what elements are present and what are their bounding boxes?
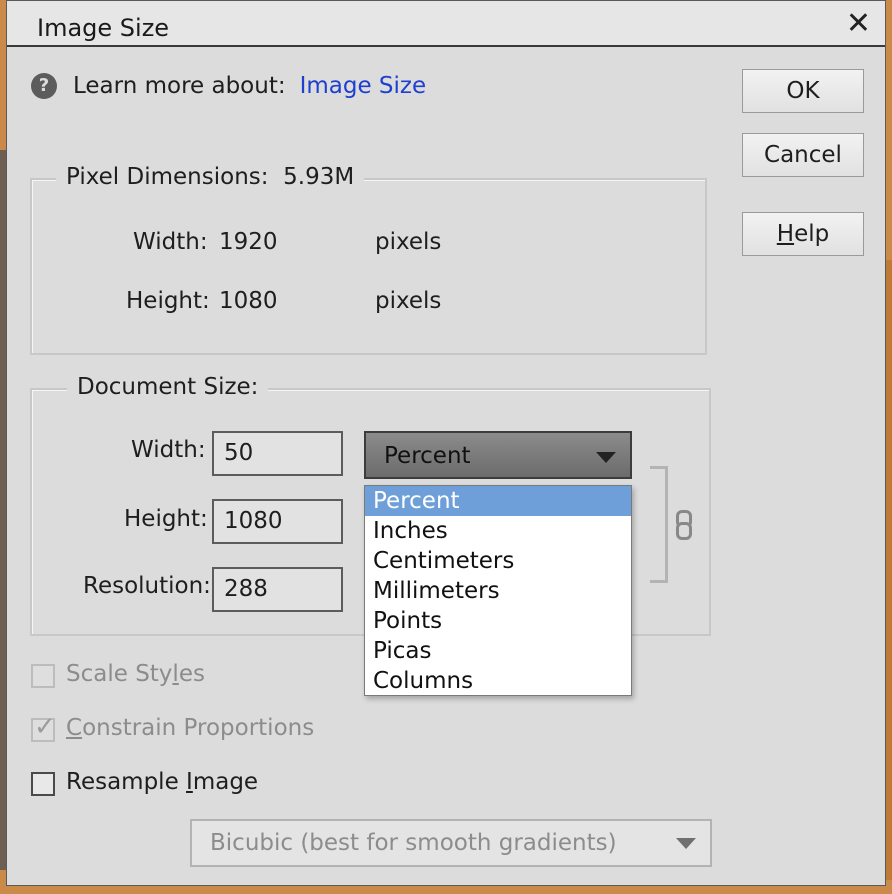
pixel-width-unit: pixels bbox=[375, 229, 442, 255]
resample-image-label: Resample Image bbox=[66, 769, 258, 795]
constrain-text: onstrain Proportions bbox=[82, 715, 315, 741]
resample-method-value: Bicubic (best for smooth gradients) bbox=[210, 830, 617, 856]
help-button-label: elp bbox=[794, 221, 830, 247]
image-size-dialog: Image Size ✕ ? Learn more about: Image S… bbox=[6, 0, 886, 886]
pixel-width-label: Width: bbox=[133, 229, 208, 255]
width-unit-selected: Percent bbox=[384, 443, 471, 469]
unit-option-picas[interactable]: Picas bbox=[365, 636, 631, 666]
width-unit-select[interactable]: Percent bbox=[364, 431, 632, 479]
pixel-height-label: Height: bbox=[126, 288, 210, 314]
resolution-input[interactable]: 288 bbox=[212, 567, 343, 612]
chevron-down-icon bbox=[596, 452, 616, 463]
unit-option-columns[interactable]: Columns bbox=[365, 666, 631, 696]
image-size-help-link[interactable]: Image Size bbox=[300, 73, 427, 99]
help-row: ? Learn more about: Image Size bbox=[31, 71, 426, 101]
resolution-label: Resolution: bbox=[83, 573, 211, 599]
unit-dropdown-list: Percent Inches Centimeters Millimeters P… bbox=[364, 485, 632, 696]
question-circle-icon: ? bbox=[31, 73, 57, 99]
dialog-title: Image Size bbox=[37, 14, 170, 42]
resample-image-checkbox[interactable] bbox=[31, 772, 55, 796]
pixel-dimensions-size: 5.93M bbox=[283, 164, 355, 190]
resample-text-b: mage bbox=[192, 769, 259, 795]
help-button-mnemonic: H bbox=[776, 221, 795, 247]
pixel-dimensions-title: Pixel Dimensions: bbox=[66, 164, 269, 190]
scale-styles-checkbox[interactable] bbox=[31, 664, 55, 688]
doc-width-input[interactable]: 50 bbox=[212, 431, 343, 476]
resample-text-a: Resample bbox=[66, 769, 187, 795]
title-bar[interactable]: Image Size ✕ bbox=[7, 1, 885, 47]
constrain-proportions-checkbox[interactable]: ✓ bbox=[31, 712, 56, 742]
doc-width-label: Width: bbox=[131, 437, 206, 463]
unit-option-millimeters[interactable]: Millimeters bbox=[365, 576, 631, 606]
doc-height-input[interactable]: 1080 bbox=[212, 499, 343, 544]
pixel-height-unit: pixels bbox=[375, 288, 442, 314]
scale-styles-text-b: es bbox=[178, 661, 205, 687]
constrain-proportions-label: Constrain Proportions bbox=[66, 715, 314, 741]
doc-height-label: Height: bbox=[124, 506, 208, 532]
help-button[interactable]: Help bbox=[742, 212, 864, 256]
cancel-button[interactable]: Cancel bbox=[742, 133, 864, 177]
chain-link-icon bbox=[674, 510, 692, 540]
ok-button[interactable]: OK bbox=[742, 69, 864, 113]
document-size-legend: Document Size: bbox=[67, 374, 269, 400]
check-icon: ✓ bbox=[34, 712, 56, 742]
unit-option-inches[interactable]: Inches bbox=[365, 516, 631, 546]
scale-styles-text-a: Scale Sty bbox=[66, 661, 173, 687]
unit-option-centimeters[interactable]: Centimeters bbox=[365, 546, 631, 576]
learn-more-label: Learn more about: bbox=[73, 73, 286, 99]
pixel-dimensions-legend: Pixel Dimensions: 5.93M bbox=[56, 164, 365, 190]
close-icon[interactable]: ✕ bbox=[846, 9, 871, 39]
resample-mnemonic: I bbox=[186, 769, 193, 795]
pixel-dimensions-group: Pixel Dimensions: 5.93M Width: 1920 pixe… bbox=[30, 164, 707, 355]
constrain-link-bracket bbox=[650, 466, 668, 583]
scale-styles-label: Scale Styles bbox=[66, 661, 205, 687]
pixel-height-value: 1080 bbox=[219, 288, 278, 314]
chevron-down-icon bbox=[676, 838, 696, 849]
constrain-mnemonic: C bbox=[66, 715, 83, 741]
resample-method-select[interactable]: Bicubic (best for smooth gradients) bbox=[190, 819, 712, 867]
unit-option-points[interactable]: Points bbox=[365, 606, 631, 636]
pixel-width-value: 1920 bbox=[219, 229, 278, 255]
unit-option-percent[interactable]: Percent bbox=[365, 486, 631, 516]
